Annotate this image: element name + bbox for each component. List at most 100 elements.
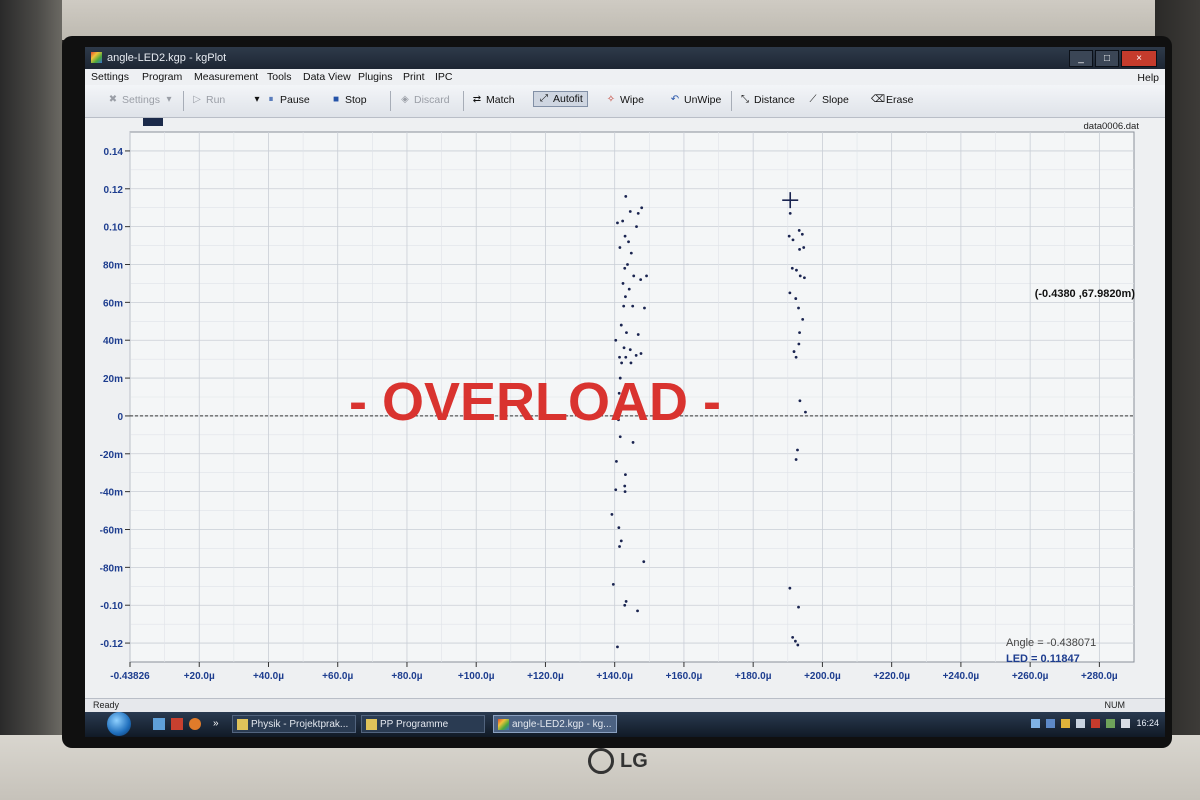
y-axis-ticks: 0.14 0.12 0.10 80m 60m 40m 20m 0 -20m -40m -60m -80… bbox=[100, 147, 130, 650]
data-point bbox=[801, 317, 805, 321]
lg-logo-circle-icon bbox=[588, 748, 614, 774]
discard-icon: ◈ bbox=[401, 94, 409, 105]
tray-bluetooth-icon[interactable] bbox=[1046, 718, 1056, 728]
data-point bbox=[617, 526, 621, 530]
x-axis-ticks: -0.43826 +20.0µ +40.0µ +60.0µ +80.0µ +100.0µ +… bbox=[110, 662, 1118, 682]
menu-measurement[interactable]: Measurement bbox=[194, 71, 258, 83]
data-point bbox=[624, 295, 627, 299]
y-tick-label: 0.14 bbox=[104, 147, 124, 158]
settings-button[interactable]: ✖ Settings ▾ bbox=[107, 94, 175, 106]
data-point bbox=[798, 399, 802, 403]
data-point bbox=[788, 291, 792, 295]
close-button[interactable]: × bbox=[1121, 50, 1157, 67]
minimize-button[interactable]: _ bbox=[1069, 50, 1093, 67]
toolbar-separator bbox=[183, 91, 184, 111]
erase-button[interactable]: ⌫ Erase bbox=[871, 94, 913, 106]
data-point bbox=[629, 361, 633, 365]
lg-logo: LG bbox=[588, 748, 648, 774]
wipe-button[interactable]: ✧ Wipe bbox=[605, 94, 644, 106]
data-point bbox=[797, 605, 800, 609]
y-tick-label: 0 bbox=[117, 412, 123, 423]
data-point bbox=[791, 238, 795, 242]
tray-network-icon[interactable] bbox=[1031, 718, 1041, 728]
play-icon: ▷ bbox=[193, 94, 201, 105]
y-tick-label: 80m bbox=[103, 261, 123, 272]
x-tick-label: +120.0µ bbox=[527, 671, 564, 682]
tools-icon: ✖ bbox=[108, 94, 118, 105]
pause-icon: ⏸ bbox=[268, 94, 274, 105]
tray-warning-icon[interactable] bbox=[1061, 718, 1071, 728]
menu-data-view[interactable]: Data View bbox=[303, 71, 351, 83]
x-tick-label: +140.0µ bbox=[596, 671, 633, 682]
dropdown-arrow-icon: ▾ bbox=[166, 94, 172, 105]
discard-button-label: Discard bbox=[414, 94, 450, 106]
match-button[interactable]: ⇄ Match bbox=[471, 94, 515, 106]
autofit-button[interactable]: ⤢ Autofit bbox=[533, 91, 588, 107]
data-point bbox=[635, 225, 638, 229]
x-tick-label: +100.0µ bbox=[458, 671, 495, 682]
pause-button[interactable]: ⏸ Pause bbox=[265, 94, 310, 106]
scatter-chart[interactable]: 0.14 0.12 0.10 80m 60m 40m 20m 0 -20m -40m -60m -80… bbox=[85, 118, 1165, 698]
x-tick-label: +40.0µ bbox=[253, 671, 284, 682]
slope-icon: ⟋ bbox=[809, 94, 817, 105]
firefox-icon[interactable] bbox=[189, 718, 201, 730]
x-tick-label: +180.0µ bbox=[735, 671, 772, 682]
quicklaunch-app-icon[interactable] bbox=[171, 718, 183, 730]
stop-button-label: Stop bbox=[345, 94, 367, 106]
task-physik[interactable]: Physik - Projektprak... bbox=[232, 715, 356, 733]
menu-tools[interactable]: Tools bbox=[267, 71, 292, 83]
quicklaunch-more-icon[interactable]: » bbox=[213, 718, 225, 730]
menu-settings[interactable]: Settings bbox=[91, 71, 129, 83]
menu-program[interactable]: Program bbox=[142, 71, 182, 83]
clock[interactable]: 16:24 bbox=[1136, 718, 1159, 728]
data-point bbox=[623, 234, 627, 238]
distance-button[interactable]: ⤡ Distance bbox=[739, 94, 795, 106]
slope-button[interactable]: ⟋ Slope bbox=[807, 94, 849, 106]
run-dropdown[interactable]: ▾ bbox=[251, 94, 263, 106]
data-point bbox=[628, 210, 632, 213]
window-title: angle-LED2.kgp - kgPlot bbox=[107, 52, 227, 64]
data-point bbox=[794, 297, 798, 300]
x-tick-label: +80.0µ bbox=[391, 671, 422, 682]
pause-button-label: Pause bbox=[280, 94, 310, 106]
data-point bbox=[611, 582, 615, 586]
start-button-icon[interactable] bbox=[107, 712, 131, 736]
status-num-lock: NUM bbox=[1104, 700, 1126, 710]
tray-app-icon[interactable] bbox=[1076, 718, 1086, 728]
stop-button[interactable]: ■ Stop bbox=[330, 94, 367, 106]
run-button[interactable]: ▷ Run bbox=[191, 94, 225, 106]
tray-volume-icon[interactable] bbox=[1121, 718, 1131, 728]
data-point bbox=[625, 331, 628, 335]
discard-button[interactable]: ◈ Discard bbox=[399, 94, 450, 106]
app-icon bbox=[91, 52, 102, 63]
data-point bbox=[794, 458, 798, 461]
data-point bbox=[634, 353, 638, 357]
data-point bbox=[636, 333, 640, 336]
data-point bbox=[798, 331, 801, 335]
toolbar-separator bbox=[463, 91, 464, 111]
data-point bbox=[627, 240, 630, 244]
menu-plugins[interactable]: Plugins bbox=[358, 71, 392, 83]
unwipe-button[interactable]: ↶ UnWipe bbox=[669, 94, 722, 106]
data-point bbox=[632, 274, 636, 278]
task-kgplot[interactable]: angle-LED2.kgp - kg... bbox=[493, 715, 617, 733]
task-pp-programme[interactable]: PP Programme bbox=[361, 715, 485, 733]
data-point bbox=[622, 346, 626, 350]
data-point bbox=[787, 234, 791, 238]
menu-help[interactable]: Help bbox=[1137, 72, 1159, 84]
y-tick-label: 20m bbox=[103, 374, 123, 385]
tray-battery-icon[interactable] bbox=[1106, 718, 1116, 728]
autofit-button-label: Autofit bbox=[553, 93, 583, 105]
menu-print[interactable]: Print bbox=[403, 71, 425, 83]
tray-security-icon[interactable] bbox=[1091, 718, 1101, 728]
distance-button-label: Distance bbox=[754, 94, 795, 106]
led-readout: LED = 0.11847 bbox=[1006, 653, 1080, 665]
x-tick-label: +20.0µ bbox=[184, 671, 215, 682]
show-desktop-icon[interactable] bbox=[153, 718, 165, 730]
maximize-button[interactable]: □ bbox=[1095, 50, 1119, 67]
data-point bbox=[639, 278, 643, 282]
autofit-icon: ⤢ bbox=[540, 93, 548, 104]
data-point bbox=[615, 459, 618, 463]
menu-ipc[interactable]: IPC bbox=[435, 71, 453, 83]
data-point bbox=[618, 435, 622, 439]
